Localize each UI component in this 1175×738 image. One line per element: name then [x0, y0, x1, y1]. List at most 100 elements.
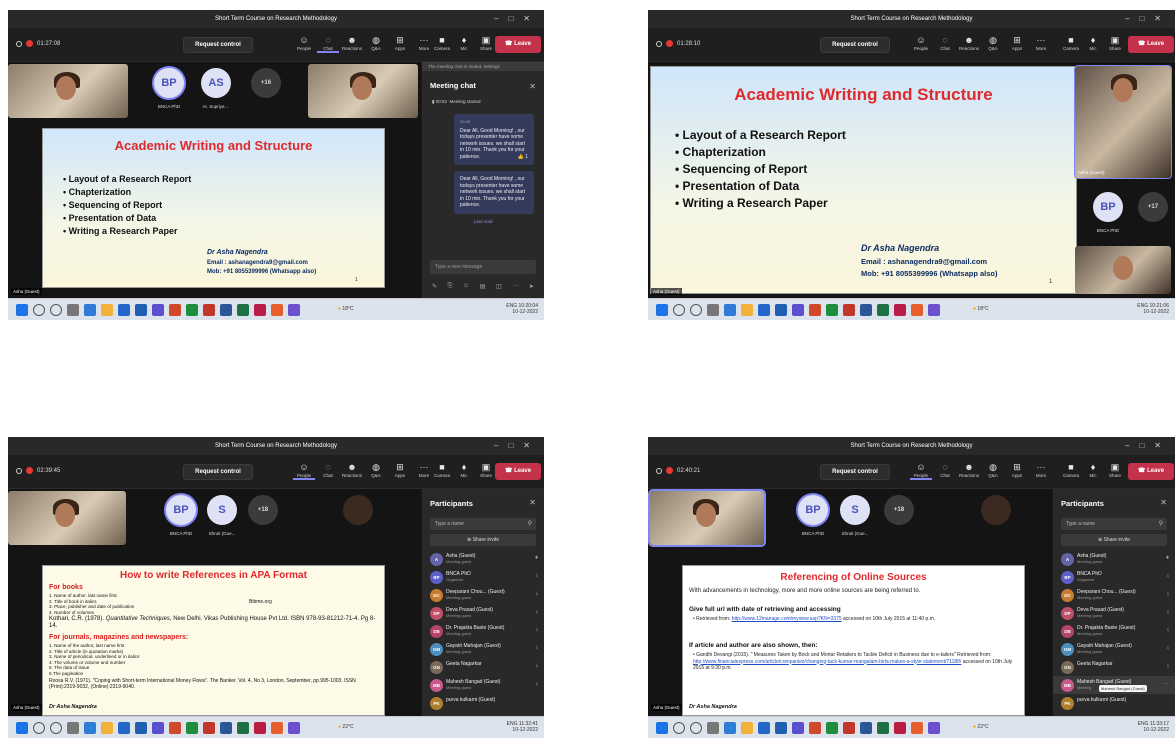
reference-link[interactable]: http://www.12manage.com/myview.asp?KN=33… [732, 616, 842, 622]
weather-widget[interactable]: ● 22°C [973, 724, 989, 730]
participant-row[interactable]: PK purva kulkarni (Guest) [422, 694, 544, 712]
participant-photo[interactable] [981, 495, 1011, 525]
window-controls[interactable]: –□✕ [1125, 437, 1171, 455]
edge-icon[interactable] [84, 304, 96, 316]
more-participants[interactable]: +17 [1138, 192, 1168, 222]
chrome-icon[interactable] [169, 722, 181, 734]
mail-icon[interactable] [135, 304, 147, 316]
word-icon[interactable] [860, 304, 872, 316]
word-icon[interactable] [220, 304, 232, 316]
reference-link[interactable]: http://www.financialexpress.com/article/… [693, 659, 961, 665]
participant-row[interactable]: A Asha (Guest) Meeting guest ♦ [422, 550, 544, 568]
avatar[interactable]: BP [798, 495, 828, 525]
windows-icon[interactable] [656, 722, 668, 734]
more-participants[interactable]: +18 [884, 495, 914, 525]
task-view-icon[interactable] [707, 304, 719, 316]
reactions-button[interactable]: ☻ Reactions [958, 461, 980, 478]
windows-icon[interactable] [16, 304, 28, 316]
window-controls[interactable]: –□✕ [494, 10, 540, 28]
teams-icon[interactable] [152, 722, 164, 734]
share-button[interactable]: ▣ Share [1104, 34, 1126, 51]
excel-icon[interactable] [826, 722, 838, 734]
camera-button[interactable]: ■ Camera [1060, 34, 1082, 51]
participant-row[interactable]: DC Deeparani Chou... (Guest) Meeting guest… [1053, 586, 1175, 604]
avatar[interactable]: S [207, 495, 237, 525]
pdf-icon[interactable] [843, 304, 855, 316]
participant-row[interactable]: BP BNCA PhD Organizer ♮ [422, 568, 544, 586]
search-icon[interactable] [33, 304, 45, 316]
participant-photo[interactable] [343, 495, 373, 525]
people-button[interactable]: ☺ People [910, 34, 932, 51]
app-icon[interactable] [271, 304, 283, 316]
pdf-icon[interactable] [843, 722, 855, 734]
mail-icon[interactable] [775, 722, 787, 734]
cortana-icon[interactable] [50, 304, 62, 316]
chat-input[interactable]: Type a new message [430, 260, 536, 274]
attach-icon[interactable]: ⎘ [448, 283, 453, 290]
camera-button[interactable]: ■ Camera [1060, 461, 1082, 478]
app-icon[interactable] [911, 722, 923, 734]
people-button[interactable]: ☺ People [293, 461, 315, 480]
system-tray[interactable]: ENG 10:21:06 10-12-2022 [1137, 303, 1169, 315]
cortana-icon[interactable] [50, 722, 62, 734]
share-button[interactable]: ▣ Share [1104, 461, 1126, 478]
more-icon[interactable]: ··· [512, 283, 518, 290]
system-tray[interactable]: ENG 11:32:41 10-12-2022 [507, 721, 538, 733]
store-icon[interactable] [118, 304, 130, 316]
participant-row[interactable]: DC Deeparani Chou... (Guest) Meeting guest… [422, 586, 544, 604]
close-icon[interactable]: ✕ [1160, 498, 1167, 507]
system-tray[interactable]: ENG 11:33:17 10-12-2022 [1138, 721, 1169, 733]
more-participants[interactable]: +18 [248, 495, 278, 525]
more-button[interactable]: ··· More [1030, 34, 1052, 51]
avatar[interactable]: S [840, 495, 870, 525]
qa-button[interactable]: ◍ Q&A [365, 34, 387, 51]
participant-video[interactable]: Asha (Guest) [1075, 66, 1171, 178]
word-icon[interactable] [860, 722, 872, 734]
teams-icon[interactable] [288, 304, 300, 316]
close-icon[interactable]: ✕ [529, 498, 536, 507]
participant-video[interactable] [8, 64, 128, 118]
share-button[interactable]: ▣ Share [475, 34, 497, 51]
window-controls[interactable]: –□✕ [1125, 10, 1171, 28]
mic-button[interactable]: ♦ Mic [1082, 461, 1104, 478]
system-tray[interactable]: ENG 10:20:04 10-12-2022 [506, 303, 538, 315]
participant-row[interactable]: PK purva kulkarni (Guest) [1053, 694, 1175, 712]
file-explorer-icon[interactable] [101, 304, 113, 316]
edge-icon[interactable] [84, 722, 96, 734]
avatar[interactable]: BP [166, 495, 196, 525]
teams-icon[interactable] [152, 304, 164, 316]
store-icon[interactable] [118, 722, 130, 734]
participant-video[interactable] [8, 491, 126, 545]
apps-button[interactable]: ⊞ Apps [389, 461, 411, 478]
participant-row[interactable]: DB Dr. Prajakta Baste (Guest) Meeting gues… [1053, 622, 1175, 640]
apps-button[interactable]: ⊞ Apps [389, 34, 411, 51]
mail-icon[interactable] [135, 722, 147, 734]
avatar[interactable]: BP [154, 68, 184, 98]
participant-video[interactable] [650, 491, 764, 545]
weather-widget[interactable]: ● 18°C [973, 306, 989, 312]
participant-row[interactable]: DP Deva Prasad (Guest) Meeting guest ♮ [422, 604, 544, 622]
app-icon[interactable] [894, 304, 906, 316]
app-icon[interactable] [237, 722, 249, 734]
app-icon[interactable] [254, 722, 266, 734]
leave-button[interactable]: ☎ Leave [1128, 463, 1174, 480]
request-control-button[interactable]: Request control [183, 464, 253, 480]
gif-icon[interactable]: ▤ [480, 283, 486, 290]
request-control-button[interactable]: Request control [820, 37, 890, 53]
mail-icon[interactable] [775, 304, 787, 316]
share-invite-button[interactable]: ⊕ Share invite [1061, 534, 1167, 546]
apps-button[interactable]: ⊞ Apps [1006, 461, 1028, 478]
people-button[interactable]: ☺ People [910, 461, 932, 480]
qa-button[interactable]: ◍ Q&A [982, 34, 1004, 51]
pdf-icon[interactable] [203, 304, 215, 316]
more-button[interactable]: ··· More [1030, 461, 1052, 478]
pdf-icon[interactable] [203, 722, 215, 734]
share-button[interactable]: ▣ Share [475, 461, 497, 478]
weather-widget[interactable]: ● 18°C [338, 306, 354, 312]
camera-button[interactable]: ■ Camera [431, 461, 453, 478]
more-participants[interactable]: +16 [251, 68, 281, 98]
teams-icon[interactable] [928, 722, 940, 734]
participant-row[interactable]: GM Gayatri Mahajan (Guest) Meeting guest ♮ [422, 640, 544, 658]
excel-icon[interactable] [826, 304, 838, 316]
more-options-icon[interactable]: ··· [1163, 681, 1169, 687]
